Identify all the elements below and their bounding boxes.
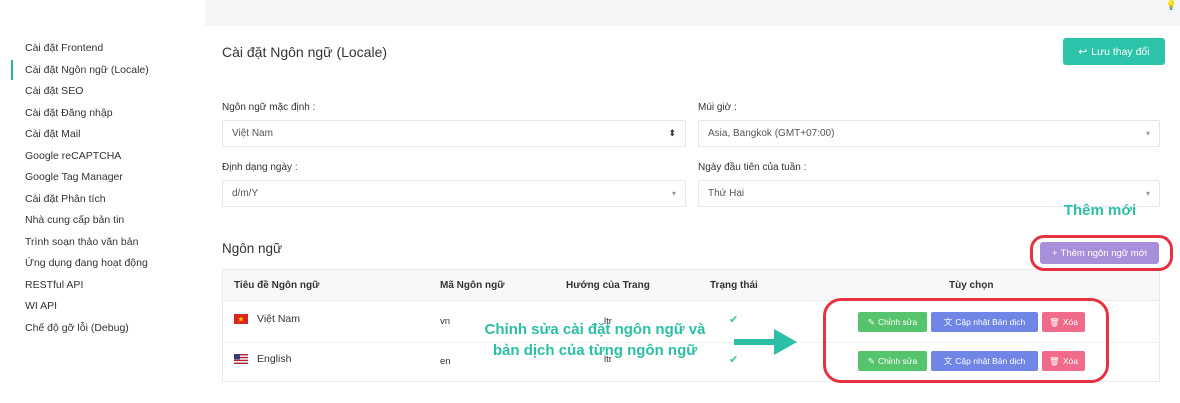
edit-note-annotation: Chỉnh sửa cài đặt ngôn ngữ và bản dịch c… — [455, 319, 735, 361]
column-header-code: Mã Ngôn ngữ — [440, 280, 505, 291]
sidebar-item-active-apps[interactable]: Ứng dụng đang hoạt động — [0, 256, 205, 278]
sidebar-item-debug[interactable]: Chế độ gỡ lỗi (Debug) — [0, 321, 205, 343]
column-header-direction: Hướng của Trang — [566, 280, 650, 291]
sidebar-item-recaptcha[interactable]: Google reCAPTCHA — [0, 149, 205, 171]
lightbulb-icon: 💡 — [1165, 0, 1177, 10]
languages-section-title: Ngôn ngữ — [222, 241, 283, 256]
week-start-value: Thứ Hai — [708, 188, 745, 199]
sidebar-item-restful-api[interactable]: RESTful API — [0, 278, 205, 300]
sidebar-item-login[interactable]: Cài đặt Đăng nhập — [0, 106, 205, 128]
column-header-options: Tùy chọn — [949, 280, 994, 291]
flag-usa-icon — [234, 354, 248, 364]
sidebar-item-text-editor[interactable]: Trình soạn thảo văn bản — [0, 235, 205, 257]
language-code: vn — [440, 316, 451, 327]
sidebar-item-frontend[interactable]: Cài đặt Frontend — [0, 41, 205, 63]
edit-note-line1: Chỉnh sửa cài đặt ngôn ngữ và — [484, 321, 706, 338]
column-header-title: Tiêu đề Ngôn ngữ — [234, 280, 320, 291]
chevron-down-icon: ▾ — [1145, 129, 1150, 138]
sidebar-item-tag-manager[interactable]: Google Tag Manager — [0, 170, 205, 192]
date-format-label: Định dạng ngày : — [222, 162, 298, 173]
sidebar-item-mail[interactable]: Cài đặt Mail — [0, 127, 205, 149]
save-changes-button[interactable]: ↩ Lưu thay đổi — [1063, 38, 1165, 65]
return-arrow-icon: ↩ — [1078, 45, 1088, 58]
date-format-select[interactable]: d/m/Y ▾ — [222, 180, 686, 207]
default-language-label: Ngôn ngữ mặc định : — [222, 102, 316, 113]
sidebar-item-seo[interactable]: Cài đặt SEO — [0, 84, 205, 106]
page-title: Cài đặt Ngôn ngữ (Locale) — [222, 44, 388, 60]
language-title: Việt Nam — [257, 313, 300, 325]
language-title: English — [257, 353, 292, 365]
add-new-annotation: Thêm mới — [1063, 202, 1137, 219]
updown-caret-icon: ⬍ — [668, 128, 676, 138]
language-code: en — [440, 356, 451, 367]
timezone-label: Múi giờ : — [698, 102, 737, 113]
default-language-select[interactable]: Việt Nam ⬍ — [222, 120, 686, 147]
timezone-select[interactable]: Asia, Bangkok (GMT+07:00) ▾ — [698, 120, 1160, 147]
chevron-down-icon: ▾ — [671, 189, 676, 198]
actions-highlight-ring — [823, 298, 1109, 383]
table-header: Tiêu đề Ngôn ngữ Mã Ngôn ngữ Hướng của T… — [223, 270, 1159, 301]
edit-note-line2: bản dịch của từng ngôn ngữ — [492, 342, 698, 359]
sidebar-item-wi-api[interactable]: WI API — [0, 299, 205, 321]
column-header-status: Trạng thái — [710, 280, 758, 291]
add-button-highlight-ring — [1030, 235, 1173, 271]
week-start-label: Ngày đầu tiên của tuần : — [698, 162, 807, 173]
save-changes-label: Lưu thay đổi — [1091, 45, 1150, 58]
sidebar-item-locale[interactable]: Cài đặt Ngôn ngữ (Locale) — [0, 59, 205, 85]
timezone-value: Asia, Bangkok (GMT+07:00) — [708, 128, 835, 139]
sidebar-item-analytics[interactable]: Cài đặt Phân tích — [0, 192, 205, 214]
sidebar-item-newsletter[interactable]: Nhà cung cấp bản tin — [0, 213, 205, 235]
date-format-value: d/m/Y — [232, 188, 259, 199]
sidebar-menu: Cài đặt Frontend Cài đặt Ngôn ngữ (Local… — [0, 41, 205, 342]
arrow-right-icon — [734, 329, 797, 355]
default-language-value: Việt Nam — [232, 128, 273, 139]
settings-sidebar: Cài đặt Frontend Cài đặt Ngôn ngữ (Local… — [0, 0, 205, 403]
flag-vietnam-icon — [234, 314, 248, 324]
